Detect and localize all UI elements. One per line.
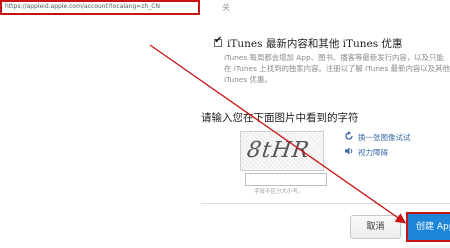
address-bar[interactable]: https://appleid.apple.com/account?locala… xyxy=(0,0,200,15)
footer-divider xyxy=(201,203,450,204)
create-apple-id-button[interactable]: 创建 App xyxy=(406,212,450,242)
refresh-icon[interactable] xyxy=(344,131,354,141)
audio-captcha-link[interactable]: 视力障碍 xyxy=(358,147,388,158)
captcha-image-text: 8tHR xyxy=(245,138,312,163)
captcha-input[interactable] xyxy=(245,173,327,186)
captcha-hint: 字母不区分大小写。 xyxy=(254,189,304,195)
cancel-button[interactable]: 取消 xyxy=(350,215,401,239)
top-text-fragment: 关 xyxy=(222,3,230,12)
itunes-offers-description: iTunes 每周都会增加 App、图书、播客等最新发行内容，以及只能在 iTu… xyxy=(224,53,450,84)
url-text: https://appleid.apple.com/account?locala… xyxy=(5,3,160,10)
itunes-offers-label: iTunes 最新内容和其他 iTunes 优惠 xyxy=(227,38,403,50)
captcha-heading: 请输入您在下面图片中看到的字符 xyxy=(201,112,359,124)
itunes-offers-checkbox[interactable] xyxy=(214,35,222,47)
speaker-icon[interactable] xyxy=(344,146,354,156)
new-captcha-link[interactable]: 换一张图像试试 xyxy=(358,132,411,143)
captcha-image: 8tHR xyxy=(240,131,324,171)
